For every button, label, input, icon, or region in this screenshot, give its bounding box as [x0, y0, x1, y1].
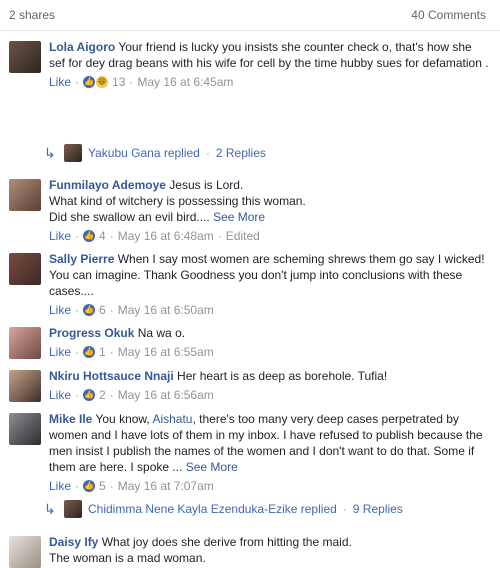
like-button[interactable]: Like [49, 478, 71, 494]
comment-meta: Like · 👍 1 · May 16 at 6:55am [49, 344, 214, 360]
commenter-name[interactable]: Nkiru Hottsauce Nnaji [49, 369, 174, 383]
comment-meta: Like · 👍 5 · May 16 at 7:07am [49, 478, 214, 494]
reaction-count[interactable]: 1 [99, 344, 106, 360]
commenter-name[interactable]: Sally Pierre [49, 252, 114, 266]
comments-count[interactable]: 40 Comments [411, 8, 486, 22]
timestamp[interactable]: May 16 at 6:45am [137, 74, 233, 90]
timestamp[interactable]: May 16 at 6:48am [118, 228, 214, 244]
comment-text: Jesus is Lord. [169, 178, 244, 192]
thumbs-up-icon: 👍 [83, 346, 96, 358]
avatar[interactable] [9, 327, 41, 359]
reaction-count[interactable]: 4 [99, 228, 106, 244]
comment-text: Her heart is as deep as borehole. Tufia! [177, 369, 388, 383]
see-more-link[interactable]: See More [213, 210, 265, 224]
shares-count[interactable]: 2 shares [9, 8, 55, 22]
reaction-count[interactable]: 5 [99, 478, 106, 494]
comment-text-prefix: You know, [95, 412, 150, 426]
avatar[interactable] [9, 253, 41, 285]
comment-text: Your friend is lucky you insists she cou… [49, 40, 489, 70]
like-button[interactable]: Like [49, 302, 71, 318]
haha-icon: 😆 [96, 76, 109, 88]
timestamp[interactable]: May 16 at 6:50am [118, 302, 214, 318]
see-more-link[interactable]: See More [186, 460, 238, 474]
avatar[interactable] [9, 179, 41, 211]
timestamp[interactable]: May 16 at 6:55am [118, 344, 214, 360]
thumbs-up-icon: 👍 [83, 480, 96, 492]
comment-meta: Like · 👍 4 · May 16 at 6:48am · Edited [49, 228, 260, 244]
avatar [64, 144, 82, 162]
like-button[interactable]: Like [49, 228, 71, 244]
comment-meta: Like · 👍 2 · May 16 at 6:56am [49, 387, 214, 403]
commenter-name[interactable]: Mike Ile [49, 412, 92, 426]
edited-label[interactable]: Edited [226, 228, 260, 244]
avatar[interactable] [9, 41, 41, 73]
thumbs-up-icon: 👍 [83, 304, 96, 316]
commenter-name[interactable]: Daisy Ify [49, 535, 98, 549]
thumbs-up-icon: 👍 [83, 389, 96, 401]
comment-meta: Like · 👍 6 · May 16 at 6:50am [49, 302, 214, 318]
commenter-name[interactable]: Lola Aigoro [49, 40, 115, 54]
timestamp[interactable]: May 16 at 6:56am [118, 387, 214, 403]
like-button[interactable]: Like [49, 387, 71, 403]
comment-meta: Like · 👍 😆 13 · May 16 at 6:45am [49, 74, 234, 90]
avatar[interactable] [9, 413, 41, 445]
comment-text-line-2: What kind of witchery is possessing this… [49, 194, 306, 208]
reply-count[interactable]: 2 Replies [216, 146, 266, 160]
reply-arrow-icon: ↳ [44, 500, 56, 517]
timestamp[interactable]: May 16 at 7:07am [118, 478, 214, 494]
reply-count[interactable]: 9 Replies [353, 502, 403, 516]
thumbs-up-icon: 👍 [83, 76, 96, 88]
comment-text: When I say most women are scheming shrew… [49, 252, 485, 298]
avatar [64, 500, 82, 518]
reply-thread[interactable]: ↳ Yakubu Gana replied · 2 Replies [44, 144, 266, 162]
reply-thread[interactable]: ↳ Chidimma Nene Kayla Ezenduka-Ezike rep… [44, 500, 403, 518]
reaction-count[interactable]: 13 [112, 74, 125, 90]
mention-link[interactable]: Aishatu [152, 412, 192, 426]
thumbs-up-icon: 👍 [83, 230, 96, 242]
comment-text: Na wa o. [137, 326, 186, 340]
like-button[interactable]: Like [49, 344, 71, 360]
comments-header: 2 shares 40 Comments [0, 0, 500, 31]
like-button[interactable]: Like [49, 74, 71, 90]
avatar[interactable] [9, 370, 41, 402]
replied-by[interactable]: Chidimma Nene Kayla Ezenduka-Ezike repli… [88, 502, 337, 516]
avatar[interactable] [9, 536, 41, 568]
comment-text-line-3: Did she swallow an evil bird.... [49, 210, 210, 224]
comment-text-line-2: The woman is a mad woman. [49, 551, 206, 565]
commenter-name[interactable]: Progress Okuk [49, 326, 134, 340]
reaction-count[interactable]: 6 [99, 302, 106, 318]
reaction-count[interactable]: 2 [99, 387, 106, 403]
reply-arrow-icon: ↳ [44, 144, 56, 161]
comment-text: What joy does she derive from hitting th… [101, 535, 352, 549]
commenter-name[interactable]: Funmilayo Ademoye [49, 178, 166, 192]
replied-by[interactable]: Yakubu Gana replied [88, 146, 200, 160]
